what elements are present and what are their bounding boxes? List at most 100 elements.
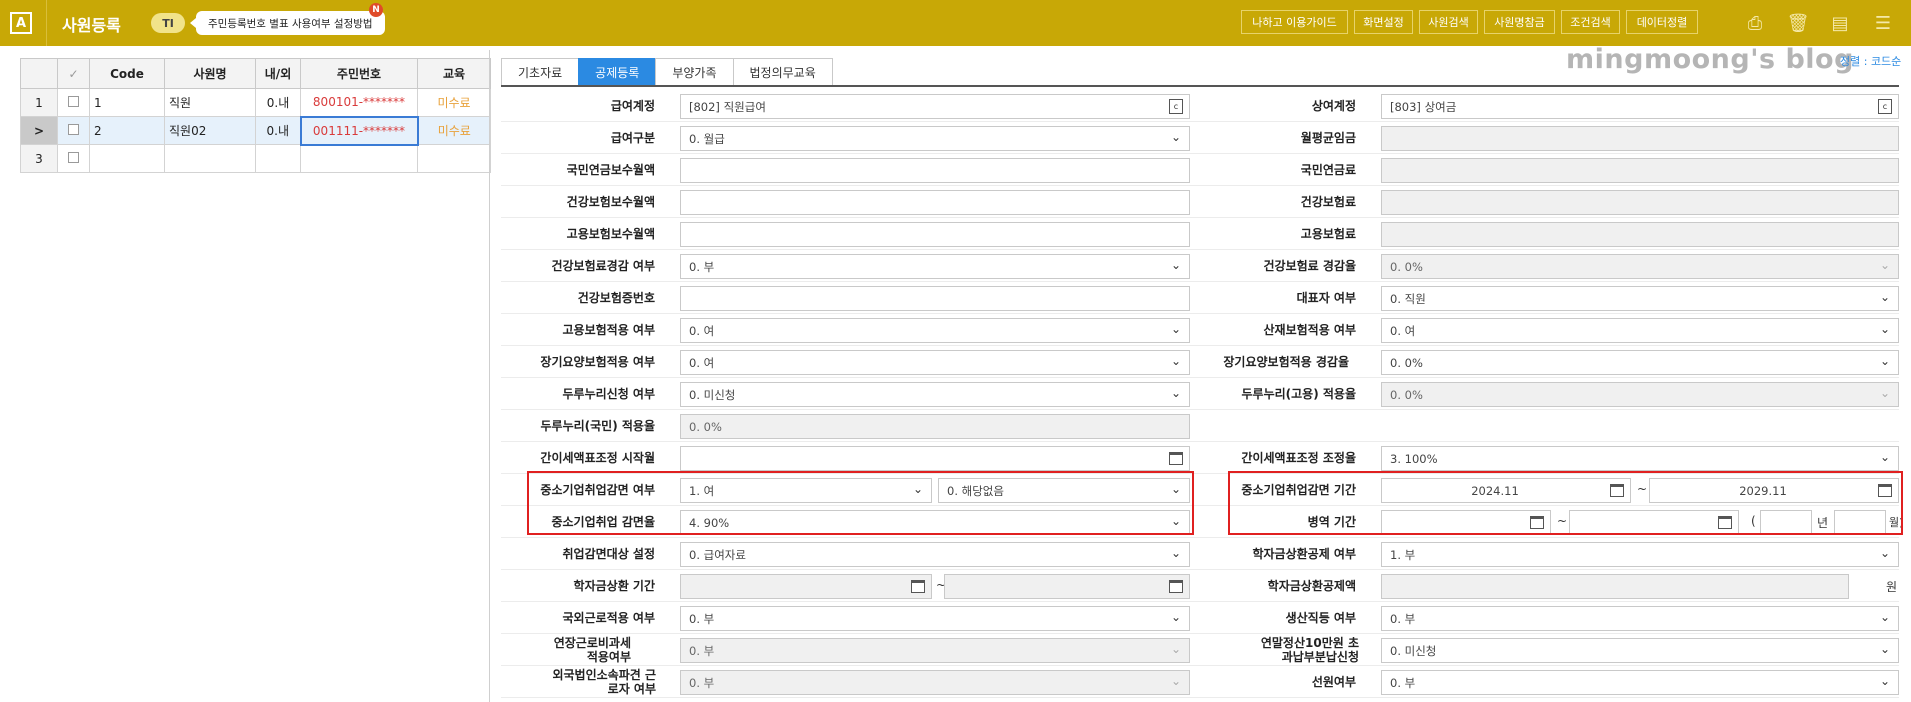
tab-education[interactable]: 법정의무교육 — [732, 58, 833, 86]
panel-divider[interactable] — [489, 50, 490, 702]
longterm-care-select[interactable]: 0. 여 ⌄ — [680, 350, 1190, 375]
durunuri-apply-select[interactable]: 0. 미신청 ⌄ — [680, 382, 1190, 407]
health-reduction-select[interactable]: 0. 부 ⌄ — [680, 254, 1190, 279]
chevron-down-icon[interactable]: ⌄ — [1171, 322, 1181, 336]
calendar-icon[interactable] — [1169, 580, 1183, 593]
employee-name-ref-button[interactable]: 사원명참금 — [1484, 10, 1555, 34]
guide-tooltip[interactable]: 주민등록번호 별표 사용여부 설정방법 — [190, 11, 385, 35]
code-cell[interactable] — [89, 144, 165, 173]
name-cell[interactable]: 직원02 — [164, 116, 256, 145]
table-row[interactable]: > 2 직원02 0.내 001111-******* 미수료 — [20, 115, 491, 146]
chevron-down-icon[interactable]: ⌄ — [1880, 546, 1890, 560]
edu-cell[interactable]: 미수료 — [417, 116, 491, 145]
code-cell[interactable]: 2 — [89, 116, 165, 145]
rrn-cell[interactable]: 001111-******* — [299, 115, 419, 146]
longterm-care-rate-select[interactable]: 0. 0% ⌄ — [1381, 350, 1899, 375]
chevron-down-icon[interactable]: ⌄ — [1171, 610, 1181, 624]
chevron-down-icon[interactable]: ⌄ — [1171, 386, 1181, 400]
rrn-cell[interactable] — [300, 144, 418, 173]
chevron-down-icon[interactable]: ⌄ — [1171, 130, 1181, 144]
chevron-down-icon[interactable]: ⌄ — [1880, 642, 1890, 656]
chevron-down-icon[interactable]: ⌄ — [1171, 546, 1181, 560]
production-worker-select[interactable]: 0. 부 ⌄ — [1381, 606, 1899, 631]
employment-insurance-select[interactable]: 0. 여 ⌄ — [680, 318, 1190, 343]
type-cell[interactable]: 0.내 — [255, 116, 301, 145]
condition-search-button[interactable]: 조건검색 — [1561, 10, 1620, 34]
simple-tax-rate-select[interactable]: 3. 100% ⌄ — [1381, 446, 1899, 471]
grid-header-check[interactable]: ✓ — [57, 58, 90, 89]
menu-icon[interactable]: ☰ — [1871, 11, 1895, 35]
row-checkbox[interactable] — [68, 95, 79, 107]
representative-select[interactable]: 0. 직원 ⌄ — [1381, 286, 1899, 311]
salary-account-field[interactable]: [802] 직원급여 c — [680, 94, 1190, 119]
calendar-icon[interactable] — [911, 580, 925, 593]
industrial-insurance-select[interactable]: 0. 여 ⌄ — [1381, 318, 1899, 343]
row-number: 1 — [20, 88, 58, 117]
tab-dependents[interactable]: 부양가족 — [655, 58, 734, 86]
overseas-work-select[interactable]: 0. 부 ⌄ — [680, 606, 1190, 631]
grid-header-type[interactable]: 내/외 — [255, 58, 301, 89]
field-value: 0. 부 — [1390, 675, 1416, 690]
chevron-down-icon[interactable]: ⌄ — [1880, 290, 1890, 304]
student-loan-start-input[interactable] — [680, 574, 932, 599]
edu-cell[interactable]: 미수료 — [417, 88, 491, 117]
print-icon[interactable]: ⎙ — [1743, 11, 1767, 35]
tab-deduction[interactable]: 공제등록 — [578, 58, 657, 86]
chevron-down-icon[interactable]: ⌄ — [1880, 674, 1890, 688]
chevron-down-icon[interactable]: ⌄ — [1880, 450, 1890, 464]
ti-badge[interactable]: TI — [151, 13, 185, 33]
chevron-down-icon[interactable]: ⌄ — [1171, 258, 1181, 272]
pension-wage-input[interactable] — [680, 158, 1190, 183]
calendar-icon[interactable] — [1169, 452, 1183, 465]
field-label: 건강보험보수월액 — [566, 195, 655, 209]
student-loan-end-input[interactable] — [944, 574, 1190, 599]
form-row: 외국법인소속파견 근로자 여부 0. 부 ⌄ 선원여부 0. 부 ⌄ — [501, 666, 1899, 698]
type-cell[interactable] — [255, 144, 301, 173]
health-wage-input[interactable] — [680, 190, 1190, 215]
health-reduction-rate-select: 0. 0% ⌄ — [1381, 254, 1899, 279]
reduction-target-select[interactable]: 0. 급여자료 ⌄ — [680, 542, 1190, 567]
grid-header-rrn[interactable]: 주민번호 — [300, 58, 418, 89]
trash-icon[interactable]: 🗑 — [1786, 11, 1810, 35]
employee-search-button[interactable]: 사원검색 — [1419, 10, 1478, 34]
sort-label[interactable]: 정렬 : 코드순 — [1840, 53, 1901, 69]
grid-header-edu[interactable]: 교육 — [417, 58, 491, 89]
type-cell[interactable]: 0.내 — [255, 88, 301, 117]
seafarer-select[interactable]: 0. 부 ⌄ — [1381, 670, 1899, 695]
installment-request-select[interactable]: 0. 미신청 ⌄ — [1381, 638, 1899, 663]
data-sort-button[interactable]: 데이터정렬 — [1626, 10, 1698, 34]
grid-settings-icon[interactable]: ▤ — [1828, 11, 1852, 35]
chevron-down-icon[interactable]: ⌄ — [1880, 322, 1890, 336]
chevron-down-icon[interactable]: ⌄ — [1880, 610, 1890, 624]
form-row: 고용보험보수월액 고용보험료 — [501, 218, 1899, 250]
chevron-down-icon[interactable]: ⌄ — [1880, 354, 1890, 368]
table-row[interactable]: 3 — [20, 144, 491, 173]
salary-type-select[interactable]: 0. 월급 ⌄ — [680, 126, 1190, 151]
bonus-account-field[interactable]: [803] 상여금 c — [1381, 94, 1899, 119]
tab-basic[interactable]: 기초자료 — [501, 58, 580, 86]
chevron-down-icon[interactable]: ⌄ — [1171, 354, 1181, 368]
code-help-icon[interactable]: c — [1169, 99, 1183, 114]
row-checkbox[interactable] — [68, 123, 79, 135]
simple-tax-start-month-input[interactable] — [680, 446, 1190, 471]
app-logo[interactable]: A — [10, 12, 32, 34]
health-card-input[interactable] — [680, 286, 1190, 311]
code-help-icon[interactable]: c — [1878, 99, 1892, 114]
name-cell[interactable] — [164, 144, 256, 173]
grid-header-code[interactable]: Code — [89, 58, 165, 89]
form-row: 건강보험료경감 여부 0. 부 ⌄ 건강보험료 경감율 0. 0% ⌄ — [501, 250, 1899, 282]
grid-header-name[interactable]: 사원명 — [164, 58, 256, 89]
usage-guide-button[interactable]: 나하고 이용가이드 — [1241, 10, 1348, 34]
rrn-cell[interactable]: 800101-******* — [300, 88, 418, 117]
edu-cell[interactable] — [417, 144, 491, 173]
table-row[interactable]: 1 1 직원 0.내 800101-******* 미수료 — [20, 88, 491, 117]
field-label: 취업감면대상 설정 — [562, 547, 656, 561]
student-loan-deduct-select[interactable]: 1. 부 ⌄ — [1381, 542, 1899, 567]
name-cell[interactable]: 직원 — [164, 88, 256, 117]
code-cell[interactable]: 1 — [89, 88, 165, 117]
screen-settings-button[interactable]: 화면설정 — [1354, 10, 1413, 34]
employment-wage-input[interactable] — [680, 222, 1190, 247]
field-label: 건강보험증번호 — [577, 291, 655, 305]
row-checkbox[interactable] — [68, 151, 79, 163]
field-label: 장기요양보험적용 여부 — [540, 355, 655, 369]
